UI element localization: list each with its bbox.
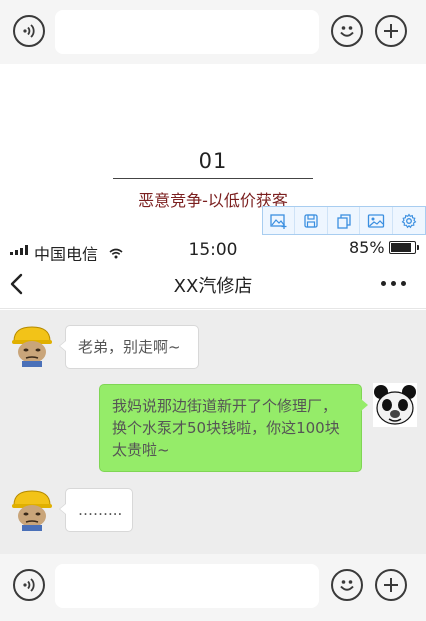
status-bar: 中国电信 15:00 85%	[0, 237, 426, 264]
message-bubble-other: ……...	[59, 488, 133, 532]
message-bubble-other: 老弟，别走啊~	[59, 325, 199, 369]
battery-percent: 85%	[349, 238, 385, 257]
emoji-icon[interactable]	[331, 569, 363, 601]
worker-helmet-avatar[interactable]	[10, 487, 54, 531]
section-title-block: 01 恶意竞争-以低价获客	[0, 145, 426, 215]
top-input-bar	[0, 0, 426, 64]
chat-nav-bar: XX汽修店	[0, 261, 426, 309]
plus-icon[interactable]	[375, 15, 407, 47]
section-number: 01	[198, 149, 228, 173]
more-dots-icon[interactable]	[381, 281, 409, 289]
message-bubble-self: 我妈说那边街道新开了个修理厂，换个水泵才50块钱啦，你这100块太贵啦~	[99, 384, 368, 472]
settings-icon[interactable]	[393, 207, 425, 234]
editor-toolbar	[262, 206, 426, 235]
message-input[interactable]	[55, 564, 319, 608]
chat-message-list: 老弟，别走啊~ 我妈说那边街道新开了个修理厂，换个水泵才50块钱啦，你这100块…	[0, 310, 426, 554]
panda-meme-avatar[interactable]	[373, 383, 417, 427]
message-input[interactable]	[55, 10, 319, 54]
emoji-icon[interactable]	[331, 15, 363, 47]
voice-icon[interactable]	[13, 15, 45, 47]
image-icon[interactable]	[360, 207, 393, 234]
chat-title: XX汽修店	[173, 276, 253, 297]
battery-icon	[389, 241, 419, 254]
plus-icon[interactable]	[375, 569, 407, 601]
title-divider	[113, 178, 313, 179]
save-icon[interactable]	[295, 207, 328, 234]
worker-helmet-avatar[interactable]	[10, 323, 54, 367]
bottom-input-bar	[0, 554, 426, 621]
add-image-icon[interactable]	[263, 207, 296, 234]
voice-icon[interactable]	[13, 569, 45, 601]
copy-icon[interactable]	[328, 207, 361, 234]
